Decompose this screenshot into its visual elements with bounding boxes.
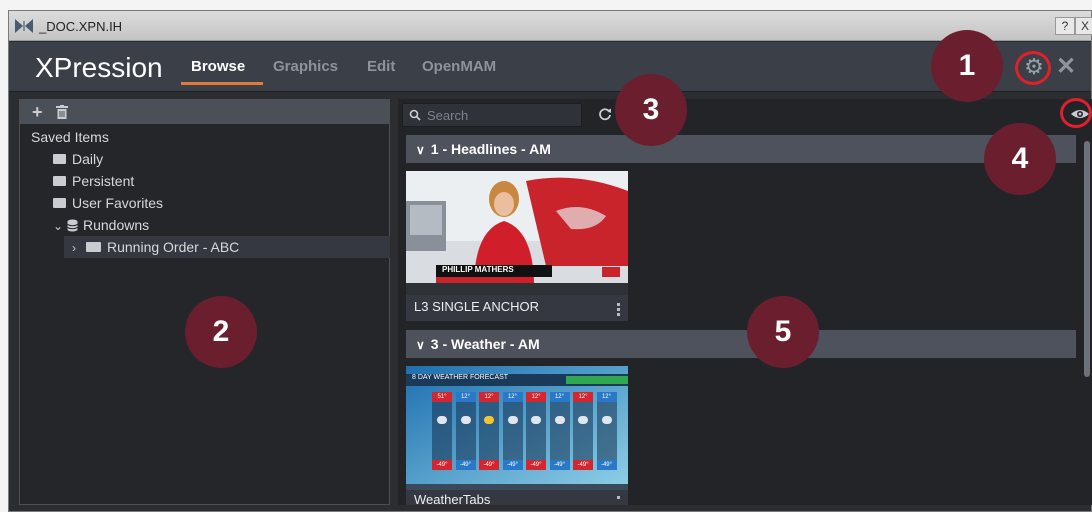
- tree-item-label: Saved Items: [31, 129, 109, 145]
- app-logo: XPression: [35, 52, 163, 83]
- forecast-low-temp: -49°: [432, 460, 452, 470]
- vertical-scrollbar[interactable]: [1084, 141, 1090, 377]
- graphic-thumbnail-card[interactable]: PHILLIP MATHERS L3 SINGLE ANCHOR: [406, 171, 628, 321]
- folder-icon: [53, 176, 66, 187]
- group-title: 1 - Headlines - AM: [430, 141, 551, 157]
- tree-item-rundowns[interactable]: ⌄ Rundowns: [53, 214, 149, 236]
- weather-condition-icon: [531, 416, 541, 424]
- weather-forecast-columns: 51° -49° 12° -49° 12° -49° 12° -49° 12° -49° 12° -4…: [432, 392, 622, 470]
- forecast-high-temp: 12°: [502, 392, 523, 402]
- highlight-ring-eye: [1060, 98, 1092, 128]
- forecast-day-column: 12° -49°: [573, 392, 593, 470]
- tree-item-daily[interactable]: Daily: [53, 148, 103, 170]
- tree-item-label: Rundowns: [83, 217, 150, 233]
- app-icon: [15, 19, 33, 33]
- forecast-day-column: 12° -49°: [502, 392, 523, 470]
- weather-condition-icon: [554, 416, 565, 424]
- chevron-right-icon[interactable]: ›: [72, 237, 84, 259]
- thumbnail-label: L3 SINGLE ANCHOR: [414, 299, 539, 314]
- tab-graphics[interactable]: Graphics: [273, 58, 338, 75]
- forecast-day-column: 12° -49°: [479, 392, 499, 470]
- window-close-button[interactable]: X: [1075, 17, 1092, 35]
- tree-item-user-favorites[interactable]: User Favorites: [53, 192, 163, 214]
- search-box[interactable]: [402, 103, 582, 127]
- window-titlebar: _DOC.XPN.IH ? X: [9, 11, 1092, 41]
- active-tab-indicator: [181, 82, 263, 85]
- window-title: _DOC.XPN.IH: [39, 19, 123, 34]
- forecast-day-column: 12° -49°: [549, 392, 570, 470]
- forecast-high-temp: 12°: [479, 392, 499, 402]
- saved-items-toolbar: +: [20, 100, 389, 124]
- forecast-high-temp: 12°: [526, 392, 546, 402]
- callout-2: 2: [185, 296, 257, 368]
- lower-third-name: PHILLIP MATHERS: [442, 265, 514, 274]
- refresh-icon[interactable]: [598, 107, 612, 121]
- forecast-high-temp: 12°: [455, 392, 476, 402]
- folder-open-icon: [86, 242, 101, 253]
- forecast-low-temp: -49°: [455, 460, 476, 470]
- callout-5: 5: [747, 296, 819, 368]
- group-header-weather[interactable]: ∨ 3 - Weather - AM: [406, 330, 1076, 358]
- tree-item-saved-items[interactable]: Saved Items: [31, 126, 109, 148]
- weather-condition-icon: [484, 416, 494, 424]
- forecast-low-temp: -49°: [573, 460, 593, 470]
- forecast-high-temp: 12°: [573, 392, 593, 402]
- tree-item-label: Running Order - ABC: [107, 239, 240, 255]
- highlight-ring-settings: [1015, 51, 1051, 85]
- tab-openmam[interactable]: OpenMAM: [422, 58, 496, 75]
- forecast-day-column: 12° -49°: [526, 392, 546, 470]
- forecast-high-temp: 51°: [432, 392, 452, 402]
- tree-item-label: User Favorites: [72, 195, 164, 211]
- weather-condition-icon: [437, 416, 447, 424]
- forecast-low-temp: -49°: [479, 460, 499, 470]
- trash-icon[interactable]: [56, 105, 68, 119]
- forecast-day-column: 51° -49°: [432, 392, 452, 470]
- group-title: 3 - Weather - AM: [430, 336, 540, 352]
- tab-browse[interactable]: Browse: [191, 58, 245, 75]
- plus-icon[interactable]: +: [32, 102, 43, 123]
- tree-item-label: Daily: [72, 151, 104, 167]
- forecast-day-column: 12° -49°: [596, 392, 617, 470]
- search-input[interactable]: [427, 106, 577, 124]
- tab-edit[interactable]: Edit: [367, 58, 395, 75]
- anchor-thumbnail-image: [406, 171, 628, 295]
- more-options-icon[interactable]: [617, 303, 620, 318]
- thumbnail-label: WeatherTabs: [414, 492, 491, 507]
- forecast-low-temp: -49°: [549, 460, 570, 470]
- forecast-day-column: 12° -49°: [455, 392, 476, 470]
- callout-3: 3: [615, 74, 687, 146]
- forecast-low-temp: -49°: [596, 460, 617, 470]
- tree-item-persistent[interactable]: Persistent: [53, 170, 134, 192]
- more-options-icon[interactable]: [617, 496, 620, 501]
- forecast-low-temp: -49°: [502, 460, 523, 470]
- app-header: XPression Browse Graphics Edit OpenMAM ⚙…: [9, 42, 1091, 92]
- app-window: _DOC.XPN.IH ? X XPression Browse Graphic…: [8, 10, 1092, 512]
- callout-4: 4: [984, 123, 1056, 195]
- folder-icon: [53, 154, 66, 165]
- weather-condition-icon: [460, 416, 471, 424]
- chevron-down-icon[interactable]: ∨: [416, 331, 425, 359]
- folder-icon: [53, 198, 66, 209]
- tree-item-label: Persistent: [72, 173, 135, 189]
- tree-item-running-order-abc[interactable]: › Running Order - ABC: [64, 236, 390, 258]
- forecast-high-temp: 12°: [596, 392, 617, 402]
- search-icon: [409, 109, 421, 121]
- app-close-icon[interactable]: ✕: [1055, 54, 1077, 80]
- chevron-down-icon[interactable]: ∨: [416, 136, 425, 164]
- forecast-high-temp: 12°: [549, 392, 570, 402]
- weather-condition-icon: [507, 416, 518, 424]
- forecast-low-temp: -49°: [526, 460, 546, 470]
- help-button[interactable]: ?: [1055, 17, 1075, 35]
- callout-1: 1: [931, 30, 1003, 102]
- database-icon: [67, 219, 78, 232]
- group-header-headlines[interactable]: ∨ 1 - Headlines - AM: [406, 135, 1076, 163]
- weather-banner-title: 8 DAY WEATHER FORECAST: [412, 374, 509, 381]
- chevron-down-icon[interactable]: ⌄: [53, 215, 65, 237]
- weather-condition-icon: [601, 416, 612, 424]
- weather-condition-icon: [578, 416, 588, 424]
- graphic-thumbnail-card[interactable]: 8 DAY WEATHER FORECAST 51° -49° 12° -49° 12°…: [406, 366, 628, 507]
